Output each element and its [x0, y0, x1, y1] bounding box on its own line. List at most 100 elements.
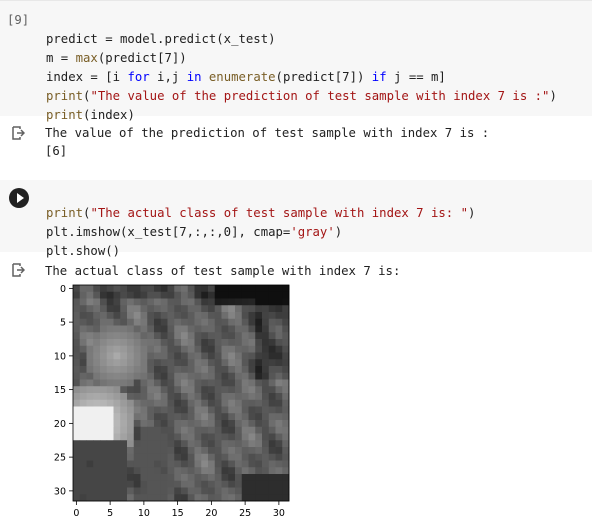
code-editor-1[interactable]: predict = model.predict(x_test) m = max(… [46, 11, 557, 125]
image-pixel [174, 291, 182, 299]
image-pixel [181, 393, 189, 401]
image-pixel [248, 366, 256, 374]
image-pixel [154, 393, 162, 401]
output-action-icon[interactable] [11, 126, 25, 140]
image-pixel [208, 339, 216, 347]
output-text-1: The value of the prediction of test samp… [45, 126, 490, 158]
image-pixel [127, 460, 135, 468]
image-pixel [275, 359, 283, 367]
image-pixel [187, 494, 195, 502]
image-pixel [282, 372, 290, 380]
image-pixel [106, 467, 114, 475]
image-pixel [133, 440, 141, 448]
image-pixel [113, 285, 121, 293]
image-pixel [147, 399, 155, 407]
image-pixel [248, 453, 256, 461]
image-pixel [167, 480, 175, 488]
code-editor-2[interactable]: print("The actual class of test sample w… [46, 185, 475, 261]
image-pixel [120, 433, 128, 441]
image-pixel [120, 305, 128, 313]
image-pixel [79, 433, 87, 441]
output-action-icon[interactable] [11, 263, 25, 277]
image-pixel [100, 433, 108, 441]
code-cell-1[interactable]: [9] predict = model.predict(x_test) m = … [0, 0, 592, 122]
image-pixel [228, 332, 236, 340]
y-tick-label: 25 [54, 453, 66, 464]
image-pixel [268, 359, 276, 367]
image-pixel [214, 413, 222, 421]
image-pixel [194, 352, 202, 360]
image-pixel [113, 413, 121, 421]
image-pixel [93, 379, 101, 387]
image-pixel [154, 372, 162, 380]
image-pixel [174, 339, 182, 347]
image-pixel [133, 494, 141, 502]
image-pixel [241, 393, 249, 401]
image-pixel [106, 379, 114, 387]
image-pixel [268, 305, 276, 313]
image-pixel [147, 305, 155, 313]
image-pixel [174, 433, 182, 441]
image-pixel [174, 359, 182, 367]
image-pixel [79, 345, 87, 353]
image-pixel [127, 359, 135, 367]
image-pixel [275, 298, 283, 306]
image-pixel [86, 406, 94, 414]
code-line: index = [i for i,j in enumerate(predict[… [46, 70, 446, 84]
image-pixel [228, 447, 236, 455]
image-pixel [181, 318, 189, 326]
image-pixel [221, 420, 229, 428]
image-pixel [241, 325, 249, 333]
image-pixel [255, 359, 263, 367]
image-pixel [228, 440, 236, 448]
image-pixel [248, 312, 256, 320]
image-pixel [127, 366, 135, 374]
image-pixel [73, 298, 81, 306]
image-pixel [106, 480, 114, 488]
image-pixel [147, 494, 155, 502]
image-pixel [154, 453, 162, 461]
image-pixel [228, 480, 236, 488]
image-pixel [100, 467, 108, 475]
run-cell-button[interactable] [9, 188, 29, 208]
image-pixel [282, 393, 290, 401]
image-pixel [147, 487, 155, 495]
image-pixel [127, 339, 135, 347]
image-pixel [174, 332, 182, 340]
image-pixel [160, 332, 168, 340]
image-pixel [221, 460, 229, 468]
image-pixel [201, 413, 209, 421]
image-pixel [154, 298, 162, 306]
image-pixel [282, 406, 290, 414]
image-pixel [255, 487, 263, 495]
code-cell-2[interactable]: print("The actual class of test sample w… [0, 180, 592, 258]
image-pixel [106, 413, 114, 421]
image-pixel [221, 440, 229, 448]
image-pixel [167, 460, 175, 468]
image-pixel [194, 467, 202, 475]
image-pixel [160, 325, 168, 333]
image-pixel [174, 318, 182, 326]
image-pixel [93, 433, 101, 441]
image-pixel [154, 413, 162, 421]
image-pixel [275, 487, 283, 495]
image-pixel [73, 379, 81, 387]
image-pixel [282, 494, 290, 502]
image-pixel [113, 352, 121, 360]
image-pixel [167, 399, 175, 407]
image-pixel [100, 372, 108, 380]
image-pixel [127, 318, 135, 326]
image-pixel [262, 413, 270, 421]
image-pixel [214, 345, 222, 353]
image-pixel [235, 359, 243, 367]
image-pixel [93, 366, 101, 374]
image-pixel [174, 366, 182, 374]
image-pixel [255, 352, 263, 360]
image-pixel [86, 474, 94, 482]
image-pixel [268, 447, 276, 455]
image-pixel [255, 379, 263, 387]
image-pixel [262, 467, 270, 475]
image-pixel [160, 406, 168, 414]
image-pixel [187, 460, 195, 468]
image-pixel [228, 352, 236, 360]
